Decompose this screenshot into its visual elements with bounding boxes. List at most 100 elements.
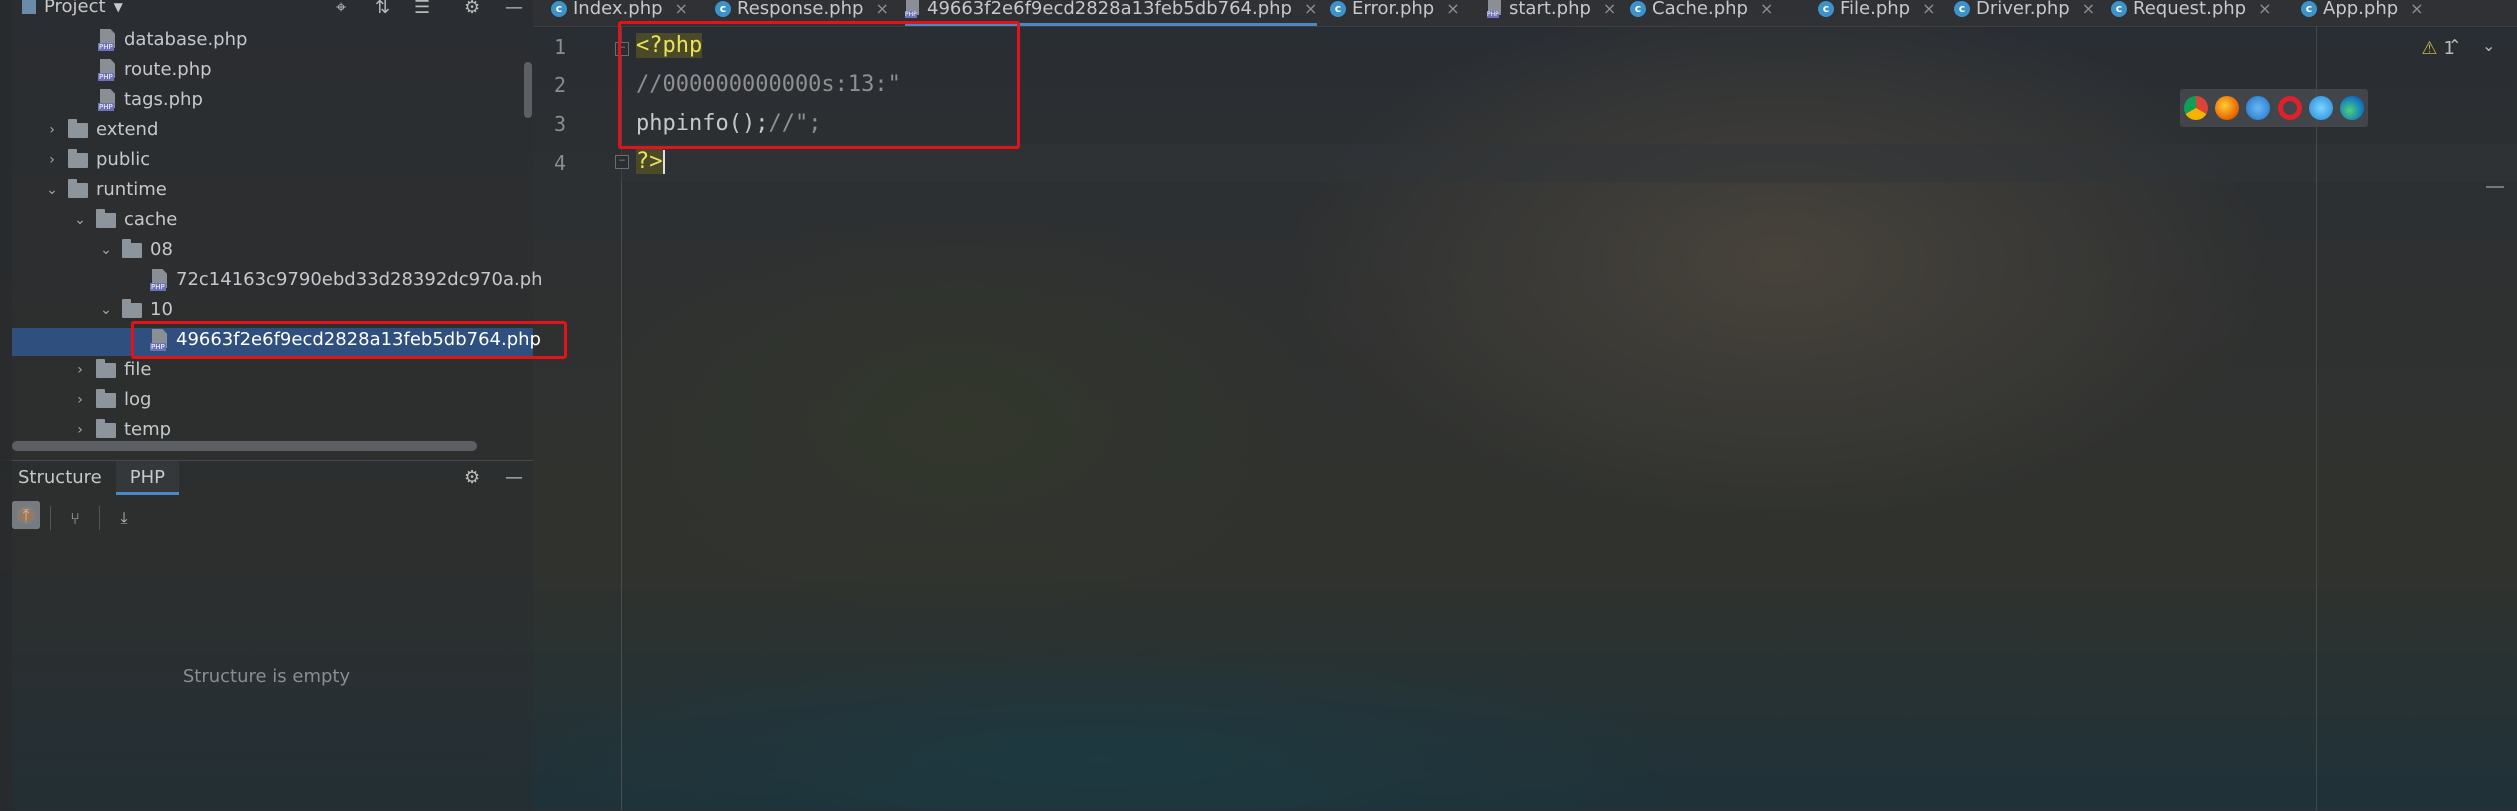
editor-tab[interactable]: c Driver.php ×	[1954, 0, 2095, 22]
tree-file-row[interactable]: route.php	[98, 55, 212, 85]
tree-item-label: route.php	[124, 59, 212, 80]
editor-tab[interactable]: start.php ×	[1487, 0, 1616, 22]
folder-icon	[122, 238, 142, 258]
close-icon[interactable]: ×	[1446, 0, 1459, 18]
editor-tab-label: Response.php	[737, 0, 864, 19]
chevron-down-icon[interactable]: ⌄	[98, 235, 114, 265]
php-close-tag: ?>	[636, 149, 663, 174]
editor-tab-label: Cache.php	[1652, 0, 1748, 19]
project-view-selector[interactable]: Project ▼	[22, 0, 123, 17]
edge-icon[interactable]	[2340, 96, 2365, 120]
tree-item-label: file	[124, 359, 152, 380]
right-margin-guide	[2316, 26, 2317, 810]
close-icon[interactable]: ×	[1760, 0, 1773, 18]
minimize-icon[interactable]: —	[505, 467, 523, 488]
collapse-all-icon[interactable]: ☰	[414, 0, 430, 18]
tree-folder-row[interactable]: › extend	[44, 115, 158, 145]
horizontal-scrollbar[interactable]	[12, 441, 477, 451]
code-line-4[interactable]: ?>	[636, 149, 665, 174]
fold-marker-icon[interactable]: −	[615, 155, 629, 169]
firefox-icon[interactable]	[2214, 96, 2239, 120]
editor-tab-label: 49663f2e6f9ecd2828a13feb5db764.php	[927, 0, 1292, 19]
editor-tab-label: start.php	[1509, 0, 1591, 19]
close-icon[interactable]: ×	[875, 0, 888, 18]
vertical-scrollbar[interactable]	[524, 62, 532, 118]
chevron-right-icon[interactable]: ›	[44, 145, 60, 175]
folder-icon	[96, 358, 116, 378]
tree-file-row[interactable]: tags.php	[98, 85, 203, 115]
tree-file-row[interactable]: database.php	[98, 25, 247, 55]
show-hierarchy-icon[interactable]: ⑂	[61, 504, 89, 532]
structure-toolbar: ↓⇵ ↓ᵃ ⊞ f c ⚲ ⑂ ⤒ ⤓	[12, 501, 138, 535]
text-caret	[662, 150, 665, 174]
tree-folder-row[interactable]: › log	[72, 385, 151, 415]
tree-item-label: log	[124, 389, 152, 410]
close-icon[interactable]: ×	[1603, 0, 1616, 18]
editor-tab-label: Driver.php	[1976, 0, 2070, 19]
tree-item-label: 08	[150, 239, 173, 260]
chevron-right-icon[interactable]: ›	[44, 115, 60, 145]
internet-explorer-icon[interactable]	[2308, 96, 2333, 120]
annotation-box-selected-file	[131, 321, 567, 359]
close-icon[interactable]: ×	[1304, 0, 1317, 18]
close-icon[interactable]: ×	[2258, 0, 2271, 18]
chevron-up-icon[interactable]: ⌃	[2448, 36, 2461, 55]
project-panel-header: Project ▼ ⌖ ⇅ ☰ ⚙ —	[0, 0, 533, 18]
editor-tab[interactable]: c Index.php ×	[551, 0, 688, 22]
gear-icon[interactable]: ⚙	[464, 0, 480, 18]
chevron-down-icon[interactable]: ⌄	[44, 175, 60, 205]
chevron-right-icon[interactable]: ›	[72, 355, 88, 385]
tree-folder-row[interactable]: ⌄ 08	[98, 235, 173, 265]
navigate-to-source-icon[interactable]: ⤓	[110, 504, 138, 532]
expand-all-icon[interactable]: ⇅	[375, 0, 390, 18]
editor-tab[interactable]: c Response.php ×	[715, 0, 889, 22]
tree-item-label: database.php	[124, 29, 248, 50]
safari-icon[interactable]	[2246, 96, 2271, 120]
tree-folder-row[interactable]: › file	[72, 355, 151, 385]
close-icon[interactable]: ×	[1922, 0, 1935, 18]
folder-icon	[96, 388, 116, 408]
tree-folder-row[interactable]: ⌄ cache	[72, 205, 177, 235]
php-file-icon	[98, 59, 118, 81]
editor-tab-label: Error.php	[1352, 0, 1435, 19]
folder-icon	[68, 178, 88, 198]
editor-tab[interactable]: c Request.php ×	[2111, 0, 2272, 22]
php-class-icon: c	[2111, 1, 2127, 17]
tree-item-label: extend	[96, 119, 159, 140]
tree-folder-row[interactable]: ⌄ runtime	[44, 175, 167, 205]
php-class-icon: c	[1630, 1, 1646, 17]
editor-tab-label: File.php	[1840, 0, 1911, 19]
gear-icon[interactable]: ⚙	[464, 467, 480, 488]
editor-tab[interactable]: c File.php ×	[1818, 0, 1936, 22]
php-class-icon: c	[551, 1, 567, 17]
editor-tab-label: Request.php	[2133, 0, 2247, 19]
tree-file-row[interactable]: 72c14163c9790ebd33d28392dc970a.ph	[150, 265, 543, 295]
minimize-icon[interactable]: —	[505, 0, 523, 18]
scroll-marker	[2486, 186, 2504, 188]
folder-icon	[68, 148, 88, 168]
close-icon[interactable]: ×	[2082, 0, 2095, 18]
editor-tab[interactable]: c App.php ×	[2301, 0, 2424, 22]
chevron-down-icon[interactable]: ⌄	[72, 205, 88, 235]
tool-window-strip[interactable]	[0, 0, 12, 810]
tree-folder-row[interactable]: › public	[44, 145, 150, 175]
chevron-right-icon[interactable]: ›	[72, 385, 88, 415]
tree-item-label: tags.php	[124, 89, 203, 110]
chevron-down-icon[interactable]: ⌄	[98, 295, 114, 325]
folder-icon	[96, 418, 116, 438]
locate-icon[interactable]: ⌖	[336, 0, 346, 18]
line-number: 2	[553, 73, 567, 97]
tab-structure[interactable]: Structure	[0, 461, 116, 495]
close-icon[interactable]: ×	[675, 0, 688, 18]
chevron-down-icon[interactable]: ⌄	[2482, 36, 2495, 55]
tab-php[interactable]: PHP	[115, 461, 179, 495]
close-icon[interactable]: ×	[2410, 0, 2423, 18]
chrome-icon[interactable]	[2183, 96, 2208, 120]
warning-icon: ⚠	[2421, 38, 2438, 59]
navigate-from-source-icon[interactable]: ⤒	[12, 501, 40, 529]
chevron-down-icon: ▼	[113, 0, 123, 14]
editor-tab[interactable]: c Error.php ×	[1330, 0, 1460, 22]
editor-tab[interactable]: c Cache.php ×	[1630, 0, 1773, 22]
opera-icon[interactable]	[2277, 96, 2302, 120]
project-icon	[22, 0, 36, 14]
